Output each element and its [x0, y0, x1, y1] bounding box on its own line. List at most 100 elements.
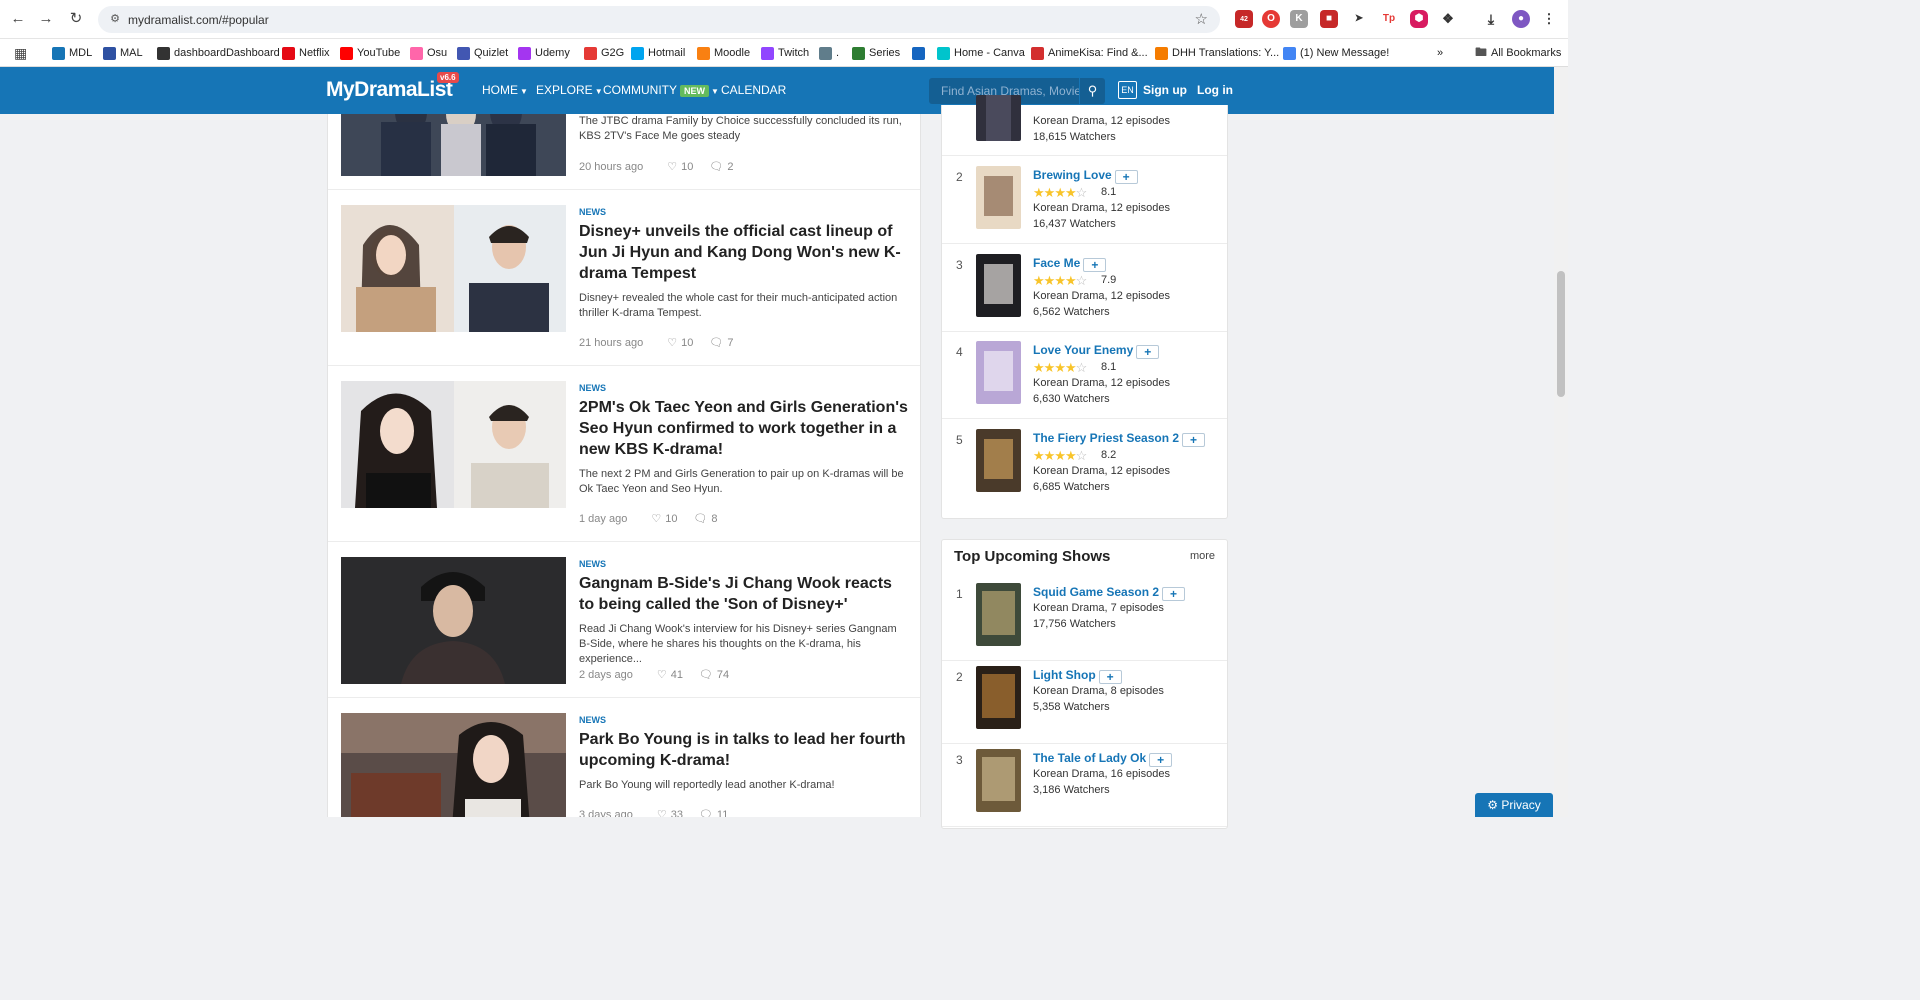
bookmark-item[interactable]: Home - Canva	[937, 44, 1025, 62]
drama-title[interactable]: Face Me +	[1033, 256, 1107, 272]
drama-poster[interactable]	[976, 341, 1021, 404]
article-tag[interactable]: NEWS	[579, 383, 606, 393]
article-title[interactable]: 2PM's Ok Taec Yeon and Girls Generation'…	[579, 397, 909, 460]
menu-home[interactable]: HOME ▼	[482, 83, 528, 97]
bookmark-item[interactable]: dashboardDashboard	[157, 44, 280, 62]
back-icon[interactable]: ←	[8, 9, 28, 29]
heart-icon[interactable]: ♡	[667, 336, 677, 349]
extension-icon[interactable]: ■	[1320, 10, 1338, 28]
bookmark-item[interactable]: DHH Translations: Y...	[1155, 44, 1279, 62]
menu-calendar[interactable]: CALENDAR	[721, 83, 786, 97]
article-title[interactable]: Park Bo Young is in talks to lead her fo…	[579, 729, 909, 771]
bookmark-item[interactable]: YouTube	[340, 44, 400, 62]
add-to-list-button[interactable]: +	[1083, 257, 1107, 272]
extensions-puzzle-icon[interactable]: ❖	[1439, 10, 1457, 28]
drama-poster[interactable]	[976, 166, 1021, 229]
extension-badge-icon[interactable]: 42	[1235, 10, 1253, 28]
scrollbar-thumb[interactable]	[1557, 271, 1565, 397]
drama-title[interactable]: Squid Game Season 2 +	[1033, 585, 1186, 601]
article-item[interactable]: NEWS 2PM's Ok Taec Yeon and Girls Genera…	[328, 366, 920, 542]
article-thumbnail[interactable]	[341, 205, 566, 332]
ranking-item[interactable]: 3 Face Me + ★★★★☆ 7.9 Korean Drama, 12 episod…	[942, 244, 1227, 332]
opera-icon[interactable]: O	[1262, 10, 1280, 28]
article-item[interactable]: NEWS Park Bo Young is in talks to lead h…	[328, 698, 920, 817]
reload-icon[interactable]: ↻	[66, 9, 86, 29]
comment-icon[interactable]: 🗨	[709, 336, 723, 349]
bookmark-item[interactable]: Hotmail	[631, 44, 685, 62]
heart-icon[interactable]: ♡	[657, 668, 667, 681]
article-title[interactable]: Gangnam B-Side's Ji Chang Wook reacts to…	[579, 573, 909, 615]
bookmark-item[interactable]: Twitch	[761, 44, 809, 62]
add-to-list-button[interactable]: +	[1162, 587, 1186, 601]
drama-poster[interactable]	[976, 583, 1021, 646]
profile-avatar[interactable]: ●	[1512, 10, 1530, 28]
drama-poster[interactable]	[976, 253, 1021, 317]
drama-title[interactable]: The Fiery Priest Season 2 +	[1033, 431, 1206, 447]
bookmark-item[interactable]: MAL	[103, 44, 143, 62]
drama-poster[interactable]	[976, 428, 1021, 492]
tp-icon[interactable]: Tp	[1380, 10, 1398, 28]
heart-icon[interactable]: ♡	[657, 808, 667, 817]
download-icon[interactable]: ⤓	[1482, 10, 1500, 28]
comment-icon[interactable]: 🗨	[699, 808, 713, 817]
bookmark-item[interactable]: Udemy	[518, 44, 570, 62]
article-item[interactable]: NEWS Disney+ unveils the official cast l…	[328, 190, 920, 366]
comment-icon[interactable]: 🗨	[709, 160, 723, 173]
article-tag[interactable]: NEWS	[579, 715, 606, 725]
ranking-item[interactable]: 5 The Fiery Priest Season 2 + ★★★★☆ 8.2 Korea…	[942, 419, 1227, 507]
article-item[interactable]: NEWS Gangnam B-Side's Ji Chang Wook reac…	[328, 542, 920, 698]
article-thumbnail[interactable]	[341, 713, 566, 817]
ranking-item[interactable]: 4 Love Your Enemy + ★★★★☆ 8.1 Korean Drama, 1…	[942, 331, 1227, 419]
bookmark-item[interactable]: .	[819, 44, 839, 62]
ranking-item[interactable]: 2 Brewing Love + ★★★★☆ 8.1 Korean Drama, 12 e…	[942, 156, 1227, 244]
address-bar[interactable]: ⚙ mydramalist.com/#popular ☆	[98, 6, 1220, 33]
upcoming-item[interactable]: 3 The Tale of Lady Ok + Korean Drama, 16 ep…	[942, 744, 1227, 827]
browser-menu-icon[interactable]: ⋮	[1540, 10, 1558, 28]
forward-icon[interactable]: →	[36, 9, 56, 29]
bookmark-item[interactable]: Osu	[410, 44, 447, 62]
bookmark-item[interactable]: Quizlet	[457, 44, 508, 62]
bookmark-item[interactable]	[912, 44, 929, 62]
apps-grid-icon[interactable]: ▦	[14, 44, 27, 62]
article-title[interactable]: Disney+ unveils the official cast lineup…	[579, 221, 909, 284]
comment-icon[interactable]: 🗨	[693, 512, 707, 525]
add-to-list-button[interactable]: +	[1136, 345, 1160, 359]
article-thumbnail[interactable]	[341, 114, 566, 179]
upcoming-item[interactable]: 2 Light Shop + Korean Drama, 8 episodes 5,35…	[942, 661, 1227, 744]
drama-title[interactable]: Brewing Love +	[1033, 168, 1138, 184]
drama-title[interactable]: Light Shop +	[1033, 668, 1122, 684]
site-logo[interactable]: MyDramaList	[326, 78, 453, 102]
article-tag[interactable]: NEWS	[579, 559, 606, 569]
extension-icon[interactable]: K	[1290, 10, 1308, 28]
bookmark-item[interactable]: MDL	[52, 44, 92, 62]
upcoming-item[interactable]: 1 Squid Game Season 2 + Korean Drama, 7 epi…	[942, 578, 1227, 661]
drama-poster[interactable]	[976, 666, 1021, 729]
extension-icon[interactable]: ⬢	[1410, 10, 1428, 28]
drama-title[interactable]: Love Your Enemy +	[1033, 343, 1160, 359]
bookmark-item[interactable]: Moodle	[697, 44, 750, 62]
comment-icon[interactable]: 🗨	[699, 668, 713, 681]
drama-title[interactable]: The Tale of Lady Ok +	[1033, 751, 1173, 767]
drama-poster[interactable]	[976, 95, 1021, 141]
bookmark-item[interactable]: (1) New Message!	[1283, 44, 1389, 62]
article-tag[interactable]: NEWS	[579, 207, 606, 217]
add-to-list-button[interactable]: +	[1149, 753, 1173, 767]
bookmark-item[interactable]: AnimeKisa: Find &...	[1031, 44, 1148, 62]
page-scrollbar[interactable]	[1554, 67, 1568, 817]
article-thumbnail[interactable]	[341, 557, 566, 684]
menu-community[interactable]: COMMUNITY NEW ▼	[603, 83, 719, 97]
bookmark-star-icon[interactable]: ☆	[1195, 10, 1208, 28]
drama-poster[interactable]	[976, 749, 1021, 812]
article-thumbnail[interactable]	[341, 381, 566, 508]
add-to-list-button[interactable]: +	[1098, 670, 1122, 684]
all-bookmarks[interactable]: 🖿 All Bookmarks	[1475, 44, 1561, 62]
menu-explore[interactable]: EXPLORE ▼	[536, 83, 603, 97]
site-info-icon[interactable]: ⚙	[108, 12, 122, 26]
more-link[interactable]: more	[1190, 550, 1215, 562]
add-to-list-button[interactable]: +	[1182, 432, 1206, 447]
heart-icon[interactable]: ♡	[651, 512, 661, 525]
rocket-icon[interactable]: ➤	[1350, 10, 1368, 28]
add-to-list-button[interactable]: +	[1114, 170, 1138, 184]
more-bookmarks-icon[interactable]: »	[1437, 44, 1443, 62]
privacy-button[interactable]: ⚙ Privacy	[1475, 793, 1553, 817]
